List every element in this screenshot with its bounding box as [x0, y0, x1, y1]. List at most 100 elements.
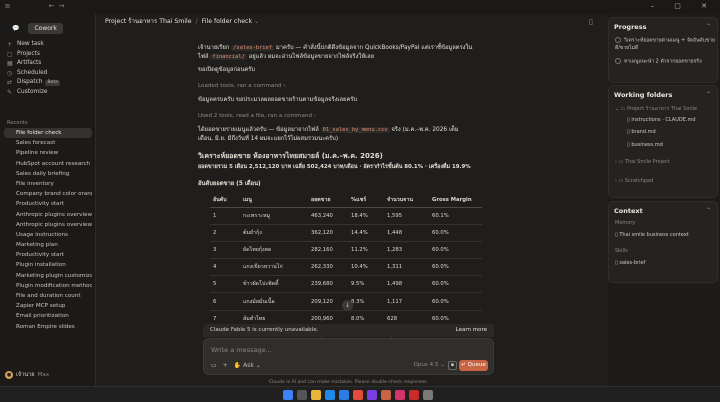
app-icon[interactable]: [423, 390, 433, 400]
arrow-right-icon[interactable]: →: [58, 3, 65, 10]
recent-item[interactable]: Marketing plugin customizatio: [4, 271, 92, 281]
file-item[interactable]: ▯ brand.md: [627, 129, 656, 135]
learn-more-link[interactable]: Learn more: [456, 327, 487, 333]
os-taskbar: [0, 386, 720, 402]
folder-item[interactable]: › ▭ Thai Smile Project: [615, 159, 670, 165]
user-plan: Max: [37, 372, 50, 378]
recents-list: File folder check Sales forecast Pipelin…: [4, 128, 92, 332]
recent-item[interactable]: Email prioritization: [4, 311, 92, 321]
table-row: 1 กะเพราะหมู 463,240 18.4% 1,595 60.1%: [210, 207, 482, 225]
col-sales: ยอดขาย: [308, 194, 348, 208]
recent-item[interactable]: Roman Empire slides: [4, 322, 92, 332]
window-controls[interactable]: – ▢ ✕: [651, 2, 716, 10]
chat-mode-tab[interactable]: 💬: [6, 23, 25, 34]
sidebar-item-customize[interactable]: ✎ Customize: [4, 88, 92, 98]
recent-item[interactable]: Sales forecast: [4, 138, 92, 148]
table-cell: 239,680: [308, 275, 348, 294]
tool-use-summary[interactable]: Loaded tools, ran a command ›: [198, 83, 285, 89]
folder-root[interactable]: ⌄ ▭ Project ร้านอาหาร Thai Smile: [615, 105, 697, 113]
voice-icon[interactable]: ▪: [448, 361, 457, 370]
model-selector[interactable]: Opus 4.5 ⌄: [413, 362, 445, 368]
chevron-up-icon[interactable]: ⌃: [706, 91, 711, 98]
progress-item: วิเคราะห์ยอดขายตามเมนู + จัดอันดับขายดี/…: [615, 37, 715, 52]
ask-label: Ask: [243, 362, 254, 369]
recent-item[interactable]: Sales daily briefing: [4, 169, 92, 179]
recent-item[interactable]: Pipeline review: [4, 148, 92, 158]
recent-item[interactable]: Company brand color orange: [4, 189, 92, 199]
claude-app-icon[interactable]: [381, 390, 391, 400]
scroll-down-button[interactable]: ↓: [342, 300, 353, 311]
table-cell: 3: [210, 241, 240, 260]
queue-label: Queue: [467, 362, 486, 368]
file-explorer-icon[interactable]: [311, 390, 321, 400]
recent-item[interactable]: Productivity start: [4, 250, 92, 260]
recent-item[interactable]: Anthropic plugins overview: [4, 210, 92, 220]
sidebar-item-projects[interactable]: ▢ Projects: [4, 50, 92, 60]
table-cell: 60.1%: [429, 207, 482, 225]
message-input[interactable]: Write a message...: [211, 346, 272, 354]
queue-button[interactable]: ↵ Queue: [459, 360, 488, 371]
recent-item[interactable]: Productivity start: [4, 199, 92, 209]
arrow-left-icon[interactable]: ←: [48, 3, 55, 10]
recent-item[interactable]: Marketing plan: [4, 240, 92, 250]
recent-item[interactable]: File and duration count: [4, 291, 92, 301]
app-icon[interactable]: [395, 390, 405, 400]
file-item[interactable]: ▯ instructions · CLAUDE.md: [627, 117, 696, 123]
recent-item[interactable]: Anthropic plugins overview: [4, 220, 92, 230]
table-cell: 6: [210, 292, 240, 311]
search-icon[interactable]: [297, 390, 307, 400]
check-circle-icon: [615, 58, 621, 64]
edge-icon[interactable]: [325, 390, 335, 400]
recent-item[interactable]: HubSpot account research: [4, 159, 92, 169]
chevron-up-icon[interactable]: ⌃: [706, 207, 711, 214]
table-cell: กะเพราะหมู: [240, 207, 308, 225]
sidebar-item-scheduled[interactable]: ◷ Scheduled: [4, 69, 92, 79]
dispatch-icon: ⇄: [7, 79, 13, 87]
recent-item[interactable]: File inventory: [4, 179, 92, 189]
table-cell: 282,160: [308, 241, 348, 260]
menu-icon[interactable]: ≡: [4, 3, 11, 10]
app-icon[interactable]: [367, 390, 377, 400]
table-cell: 362,120: [308, 224, 348, 242]
sidebar-nav: + New task ▢ Projects ▦ Artifacts ◷ Schedule…: [4, 40, 92, 98]
table-cell: 1,595: [384, 207, 429, 225]
file-item[interactable]: ▯ business.md: [627, 142, 663, 148]
recent-item[interactable]: Plugin installation: [4, 260, 92, 270]
table-cell: แกงมัสมั่นเนื้อ: [240, 292, 308, 311]
sidebar-item-dispatch[interactable]: ⇄ Dispatch Beta: [4, 78, 92, 88]
sidebar-item-label: Scheduled: [17, 69, 48, 76]
store-icon[interactable]: [339, 390, 349, 400]
cowork-mode-tab[interactable]: Cowork: [28, 23, 63, 34]
breadcrumb-project[interactable]: Project ร้านอาหาร Thai Smile: [105, 18, 192, 25]
breadcrumb-chat-title[interactable]: File folder check: [202, 18, 252, 25]
inline-code: financial/: [210, 54, 247, 60]
ask-mode-button[interactable]: ✋ Ask ⌄: [234, 362, 261, 369]
banner-text: Claude Fable 5 is currently unavailable.: [210, 327, 319, 333]
file-label: brand.md: [631, 129, 656, 135]
tool-use-summary[interactable]: Used 2 tools, read a file, ran a command…: [198, 113, 316, 119]
user-menu[interactable]: ● เจ้านาย Max: [5, 371, 49, 379]
message-composer[interactable]: Write a message... ▭ + ✋ Ask ⌄ Opus 4.5 …: [203, 338, 494, 375]
working-folders-title: Working folders: [614, 91, 673, 99]
pdf-app-icon[interactable]: [409, 390, 419, 400]
skill-item[interactable]: ▯ sales-brief: [615, 260, 645, 266]
attach-folder-icon[interactable]: ▭: [211, 362, 217, 369]
sidebar-item-label: Dispatch: [17, 79, 43, 86]
memory-item[interactable]: ▯ Thai smile business context: [615, 232, 689, 238]
recent-item[interactable]: Zapier MCP setup: [4, 301, 92, 311]
recent-item[interactable]: Usage instructions: [4, 230, 92, 240]
plus-icon[interactable]: +: [223, 362, 228, 369]
col-margin: Gross Margin: [429, 194, 482, 208]
table-cell: 262,330: [308, 258, 348, 277]
windows-start-icon[interactable]: [283, 390, 293, 400]
chevron-up-icon[interactable]: ⌃: [706, 23, 711, 30]
folder-item[interactable]: › ▭ Scratchpad: [615, 178, 653, 184]
sidebar-item-artifacts[interactable]: ▦ Artifacts: [4, 59, 92, 69]
chrome-icon[interactable]: [353, 390, 363, 400]
panel-toggle-icon[interactable]: ▯: [589, 18, 593, 26]
table-cell: 60.0%: [429, 292, 482, 311]
sidebar-item-new-task[interactable]: + New task: [4, 40, 92, 50]
recent-item[interactable]: File folder check: [4, 128, 92, 139]
message-line: ขอเปิดดูข้อมูลก่อนครับ: [198, 67, 256, 73]
recent-item[interactable]: Plugin modification methods: [4, 281, 92, 291]
